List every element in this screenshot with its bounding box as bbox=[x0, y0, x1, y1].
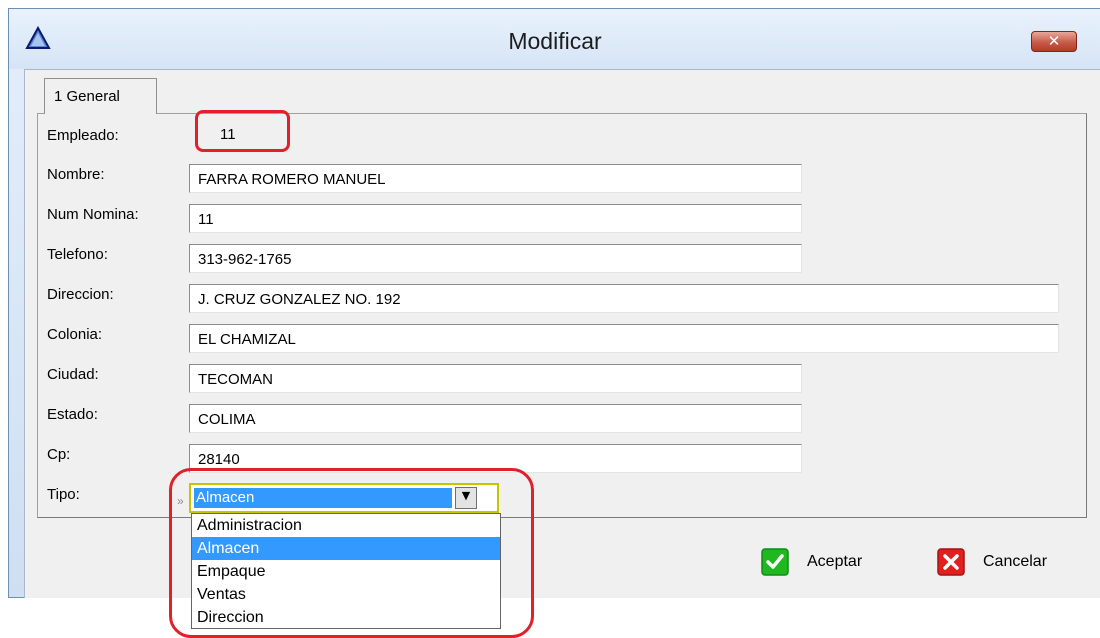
direccion-field[interactable]: J. CRUZ GONZALEZ NO. 192 bbox=[189, 284, 1059, 313]
colonia-label: Colonia: bbox=[47, 326, 103, 343]
num-nomina-field[interactable]: 11 bbox=[189, 204, 802, 233]
telefono-value: 313-962-1765 bbox=[198, 251, 292, 268]
nombre-value: FARRA ROMERO MANUEL bbox=[198, 171, 386, 188]
colonia-field[interactable]: EL CHAMIZAL bbox=[189, 324, 1059, 353]
accept-label: Aceptar bbox=[807, 553, 863, 570]
cp-value: 28140 bbox=[198, 451, 240, 468]
close-icon: ✕ bbox=[1047, 32, 1061, 50]
ciudad-field[interactable]: TECOMAN bbox=[189, 364, 802, 393]
tab-label: 1 General bbox=[54, 88, 120, 105]
tab-general[interactable]: 1 General bbox=[44, 78, 157, 114]
close-button[interactable]: ✕ bbox=[1031, 31, 1077, 52]
x-icon bbox=[937, 548, 965, 576]
direccion-value: J. CRUZ GONZALEZ NO. 192 bbox=[198, 291, 401, 308]
ciudad-label: Ciudad: bbox=[47, 366, 99, 383]
window-title: Modificar bbox=[508, 28, 602, 54]
check-icon bbox=[761, 548, 789, 576]
tipo-highlight bbox=[169, 468, 534, 638]
empleado-label: Empleado: bbox=[47, 127, 119, 144]
num-nomina-label: Num Nomina: bbox=[47, 206, 139, 223]
dialog-client-area: 1 General Empleado: 11 Nombre: FARRA ROM… bbox=[24, 69, 1100, 638]
estado-value: COLIMA bbox=[198, 411, 256, 428]
modal-window: Modificar ✕ 1 General Empleado: 11 Nombr… bbox=[8, 8, 1100, 638]
estado-label: Estado: bbox=[47, 406, 98, 423]
nombre-label: Nombre: bbox=[47, 166, 105, 183]
colonia-value: EL CHAMIZAL bbox=[198, 331, 296, 348]
direccion-label: Direccion: bbox=[47, 286, 114, 303]
estado-field[interactable]: COLIMA bbox=[189, 404, 802, 433]
telefono-label: Telefono: bbox=[47, 246, 108, 263]
cancel-label: Cancelar bbox=[983, 553, 1048, 570]
cp-label: Cp: bbox=[47, 446, 71, 463]
telefono-field[interactable]: 313-962-1765 bbox=[189, 244, 802, 273]
title-bar[interactable]: Modificar ✕ bbox=[9, 9, 1100, 69]
num-nomina-value: 11 bbox=[198, 211, 214, 228]
empleado-highlight bbox=[195, 110, 290, 152]
nombre-field[interactable]: FARRA ROMERO MANUEL bbox=[189, 164, 802, 193]
ciudad-value: TECOMAN bbox=[198, 371, 273, 388]
tipo-label: Tipo: bbox=[47, 486, 80, 503]
